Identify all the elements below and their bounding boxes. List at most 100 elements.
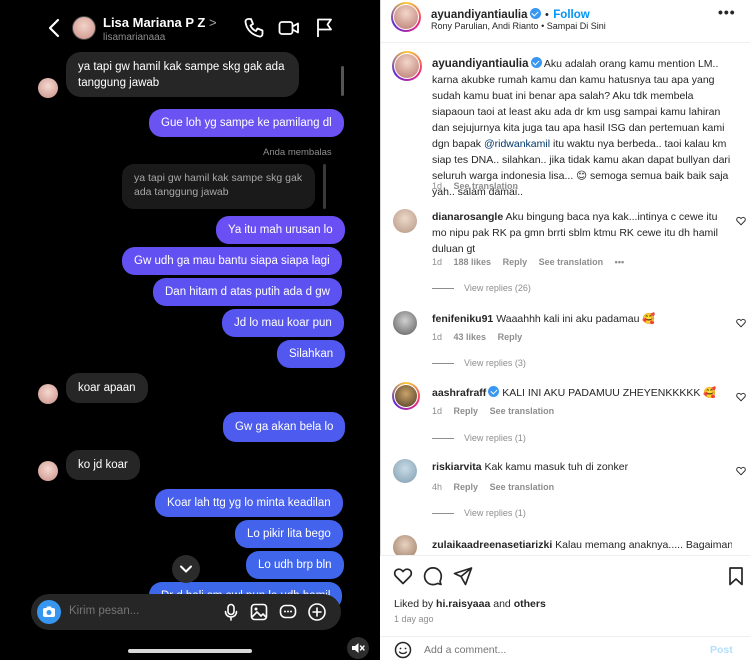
message-bubble-outgoing[interactable]: Gw ga akan bela lo (223, 412, 346, 442)
comment-meta: 1d Reply See translation (432, 406, 563, 416)
flag-icon[interactable] (312, 16, 336, 40)
audio-subtitle[interactable]: Rony Parulian, Andi Rianto • Sampai Di S… (431, 21, 606, 31)
reply-button[interactable]: Reply (454, 406, 479, 416)
comment-text: aashrafraff KALI INI AKU PADAMUU ZHEYENK… (432, 385, 722, 401)
camera-button[interactable] (37, 600, 61, 624)
emoji-icon: 😊 (576, 170, 588, 182)
emoji-icon: 🥰 (642, 313, 656, 325)
message-bubble-outgoing[interactable]: Gue loh yg sampe ke pamilang dl (149, 109, 344, 137)
emoji-icon[interactable] (394, 641, 412, 659)
heart-icon[interactable] (393, 566, 413, 586)
phone-icon[interactable] (242, 16, 266, 40)
avatar[interactable] (391, 2, 421, 32)
message-bubble-outgoing[interactable]: Lo pikir lita bego (235, 520, 343, 548)
view-replies-label: View replies (26) (464, 283, 531, 293)
back-icon[interactable] (44, 16, 66, 40)
heart-icon[interactable] (736, 466, 746, 476)
message-bubble-outgoing[interactable]: Koar lah ttg yg lo minta keadilan (155, 489, 343, 517)
timestamp: 1d (432, 181, 443, 191)
scroll-down-button[interactable] (172, 555, 200, 583)
likes-count[interactable]: 43 likes (454, 332, 487, 342)
timestamp: 4h (432, 482, 443, 492)
comment-username[interactable]: aashrafraff (432, 387, 486, 399)
view-replies-button[interactable]: View replies (3) (432, 358, 526, 368)
message-bubble-outgoing[interactable]: Lo udh brp bln (246, 551, 344, 579)
contact-username: lisamarianaaa (103, 32, 166, 43)
caption-text: Aku adalah orang kamu mention LM.. karna… (432, 58, 725, 150)
avatar[interactable] (392, 51, 422, 81)
message-bubble-outgoing[interactable]: Gw udh ga mau bantu siapa siapa lagi (122, 247, 342, 275)
message-bubble-incoming[interactable]: ya tapi gw hamil kak sampe skg gak ada t… (66, 52, 299, 97)
gallery-icon[interactable] (249, 602, 269, 622)
verified-icon (530, 57, 542, 68)
avatar[interactable] (393, 311, 417, 335)
view-replies-button[interactable]: View replies (26) (432, 283, 531, 293)
camera-icon (43, 606, 55, 617)
message-bubble-incoming[interactable]: ko jd koar (66, 450, 140, 480)
timestamp: 1d (432, 406, 443, 416)
see-translation-link[interactable]: See translation (490, 406, 555, 416)
reply-quote[interactable]: ya tapi gw hamil kak sampe skg gak ada t… (122, 164, 315, 209)
avatar[interactable] (72, 16, 96, 40)
likes-count[interactable]: 188 likes (454, 257, 492, 267)
dm-screenshot: Lisa Mariana P Z > lisamarianaaa ya tapi… (0, 0, 380, 660)
microphone-icon[interactable] (221, 602, 241, 622)
post-caption: ayuandiyantiaulia Aku adalah orang kamu … (432, 56, 732, 200)
heart-icon[interactable] (736, 392, 746, 402)
more-options-icon[interactable]: ••• (718, 4, 736, 20)
view-replies-label: View replies (3) (464, 358, 526, 368)
see-translation-link[interactable]: See translation (490, 482, 555, 492)
comment-meta: 1d 43 likes Reply (432, 332, 531, 342)
caption-mention-link[interactable]: @ridwankamil (484, 138, 550, 150)
message-bubble-outgoing[interactable]: Ya itu mah urusan lo (216, 216, 345, 244)
follow-button[interactable]: Follow (553, 9, 589, 21)
heart-icon[interactable] (736, 216, 746, 226)
reply-button[interactable]: Reply (454, 482, 479, 492)
see-translation-link[interactable]: See translation (539, 257, 604, 267)
mute-button[interactable] (347, 637, 369, 659)
post-button[interactable]: Post (710, 644, 733, 656)
view-replies-label: View replies (1) (464, 433, 526, 443)
plus-icon[interactable] (307, 602, 327, 622)
message-bubble-outgoing[interactable]: Dan hitam d atas putih ada d gw (153, 278, 342, 306)
view-replies-button[interactable]: View replies (1) (432, 508, 526, 518)
dm-header: Lisa Mariana P Z > lisamarianaaa (0, 0, 380, 58)
view-replies-button[interactable]: View replies (1) (432, 433, 526, 443)
liked-others-link[interactable]: others (514, 598, 546, 610)
reply-indicator (323, 164, 326, 209)
comment-body: Waaahhh kali ini aku padamau (496, 313, 640, 325)
liked-user-link[interactable]: hi.raisyaaa (436, 598, 490, 610)
bookmark-icon[interactable] (726, 566, 746, 586)
reply-button[interactable]: Reply (498, 332, 523, 342)
reply-button[interactable]: Reply (503, 257, 528, 267)
author-username[interactable]: ayuandiyantiaulia (431, 9, 528, 21)
comment-username[interactable]: dianarosangle (432, 211, 503, 223)
more-options-icon[interactable]: ••• (615, 257, 624, 267)
contact-name[interactable]: Lisa Mariana P Z > (103, 15, 217, 30)
heart-icon[interactable] (736, 318, 746, 328)
comment-body: Kalau memang anaknya..... Bagaimana (555, 539, 732, 551)
comment-body: Kak kamu masuk tuh di zonker (484, 461, 629, 473)
message-bubble-outgoing[interactable]: Silahkan (277, 340, 346, 368)
avatar (38, 461, 58, 481)
avatar[interactable] (392, 382, 420, 410)
comment-icon[interactable] (423, 566, 443, 586)
view-replies-label: View replies (1) (464, 508, 526, 518)
caption-author[interactable]: ayuandiyantiaulia (432, 58, 529, 70)
comment-username[interactable]: fenifeniku91 (432, 313, 493, 325)
avatar[interactable] (393, 209, 417, 233)
share-icon[interactable] (453, 566, 473, 586)
comment-username[interactable]: riskiarvita (432, 461, 482, 473)
message-bubble-incoming[interactable]: koar apaan (66, 373, 148, 403)
see-translation-link[interactable]: See translation (454, 181, 519, 191)
video-icon[interactable] (277, 16, 301, 40)
verified-icon (529, 8, 541, 19)
avatar (38, 78, 58, 98)
avatar[interactable] (393, 459, 417, 483)
scrollbar[interactable] (341, 66, 344, 96)
message-input[interactable] (69, 605, 209, 617)
sticker-icon[interactable] (278, 602, 298, 622)
add-comment-input[interactable] (424, 644, 674, 656)
comment-username[interactable]: zulaikaadreenasetiarizki (432, 539, 552, 551)
message-bubble-outgoing[interactable]: Jd lo mau koar pun (222, 309, 344, 337)
